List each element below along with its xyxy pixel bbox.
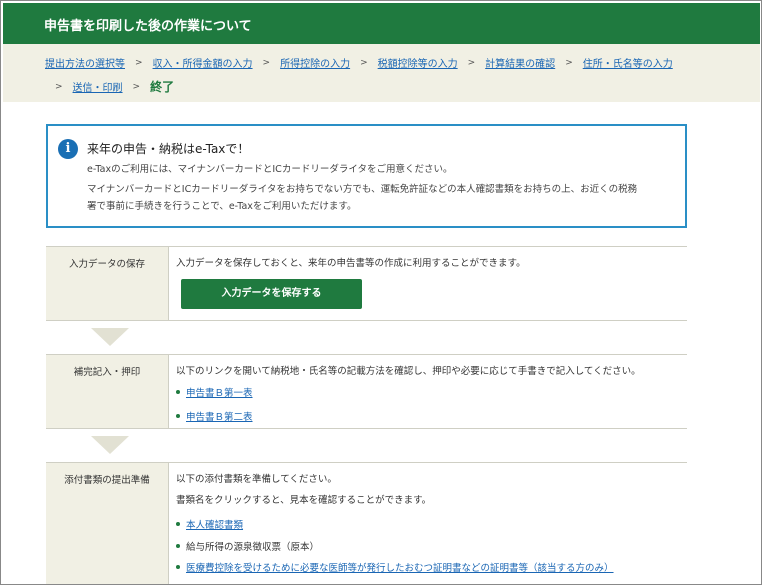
bullet-icon bbox=[176, 522, 180, 526]
form-b-sheet2-link[interactable]: 申告書Ｂ第二表 bbox=[186, 409, 253, 423]
chevron-right-icon: > bbox=[135, 57, 143, 68]
down-arrow-icon bbox=[91, 436, 129, 454]
step-attachments: 添付書類の提出準備 以下の添付書類を準備してください。 書類名をクリックすると、… bbox=[46, 462, 687, 584]
breadcrumb-link-income[interactable]: 収入・所得金額の入力 bbox=[153, 55, 253, 70]
chevron-right-icon: > bbox=[262, 57, 271, 68]
notice-text: マイナンバーカードとICカードリーダライタをお持ちでない方でも、運転免許証などの… bbox=[87, 184, 638, 195]
breadcrumb-row: 提出方法の選択等 > 収入・所得金額の入力 > 所得控除の入力 > 税額控除等の… bbox=[45, 55, 673, 71]
breadcrumb-link-result[interactable]: 計算結果の確認 bbox=[485, 55, 555, 70]
form-b-sheet1-link[interactable]: 申告書Ｂ第一表 bbox=[186, 385, 253, 399]
list-item: 申告書Ｂ第二表 bbox=[176, 409, 253, 423]
step-label: 添付書類の提出準備 bbox=[46, 463, 169, 584]
step-label: 入力データの保存 bbox=[46, 247, 169, 320]
notice-text: 署で事前に手続きを行うことで、e-Taxをご利用いただけます。 bbox=[87, 201, 357, 212]
bullet-icon bbox=[176, 390, 180, 394]
page-title: 申告書を印刷した後の作業について bbox=[3, 3, 760, 44]
breadcrumb-current: 終了 bbox=[150, 80, 175, 94]
save-input-data-button[interactable]: 入力データを保存する bbox=[181, 279, 362, 309]
down-arrow-icon bbox=[91, 328, 129, 346]
breadcrumb-row: > 送信・印刷 > 終了 bbox=[55, 78, 174, 95]
notice-text: e-Taxのご利用には、マイナンバーカードとICカードリーダライタをご用意くださ… bbox=[87, 164, 453, 175]
chevron-right-icon: > bbox=[467, 57, 476, 68]
list-item: 医療費控除を受けるために必要な医師等が発行したおむつ証明書などの証明書等（該当す… bbox=[176, 560, 614, 574]
step-body: 以下のリンクを開いて納税地・氏名等の記載方法を確認し、押印や必要に応じて手書きで… bbox=[176, 363, 681, 423]
etax-notice-box: i 来年の申告・納税はe-Taxで！ e-Taxのご利用には、マイナンバーカード… bbox=[46, 124, 687, 228]
bullet-icon bbox=[176, 565, 180, 569]
medical-certificate-link[interactable]: 医療費控除を受けるために必要な医師等が発行したおむつ証明書などの証明書等（該当す… bbox=[186, 560, 614, 574]
step-text: 以下のリンクを開いて納税地・氏名等の記載方法を確認し、押印や必要に応じて手書きで… bbox=[176, 366, 641, 377]
withholding-slip-text: 給与所得の源泉徴収票（原本） bbox=[186, 542, 320, 553]
list-item: 本人確認書類 bbox=[176, 517, 243, 531]
breadcrumb-link-send-print[interactable]: 送信・印刷 bbox=[73, 79, 123, 94]
info-icon: i bbox=[58, 139, 78, 159]
chevron-right-icon: > bbox=[55, 81, 63, 92]
breadcrumb-link-deduction[interactable]: 所得控除の入力 bbox=[280, 55, 350, 70]
step-text: 以下の添付書類を準備してください。 bbox=[176, 474, 337, 485]
step-fill-in: 補完記入・押印 以下のリンクを開いて納税地・氏名等の記載方法を確認し、押印や必要… bbox=[46, 354, 687, 429]
list-item: 給与所得の源泉徴収票（原本） bbox=[176, 539, 319, 553]
chevron-right-icon: > bbox=[132, 81, 141, 92]
breadcrumb: 提出方法の選択等 > 収入・所得金額の入力 > 所得控除の入力 > 税額控除等の… bbox=[3, 44, 760, 102]
bullet-icon bbox=[176, 544, 180, 548]
breadcrumb-link-address[interactable]: 住所・氏名等の入力 bbox=[583, 55, 673, 70]
list-item: 申告書Ｂ第一表 bbox=[176, 385, 253, 399]
step-text: 入力データを保存しておくと、来年の申告書等の作成に利用することができます。 bbox=[176, 258, 526, 269]
step-text: 書類名をクリックすると、見本を確認することができます。 bbox=[176, 495, 432, 506]
step-body: 入力データを保存しておくと、来年の申告書等の作成に利用することができます。 bbox=[176, 255, 681, 269]
chevron-right-icon: > bbox=[565, 57, 573, 68]
step-body: 以下の添付書類を準備してください。 書類名をクリックすると、見本を確認することが… bbox=[176, 471, 681, 574]
step-save-data: 入力データの保存 入力データを保存しておくと、来年の申告書等の作成に利用すること… bbox=[46, 246, 687, 321]
id-document-link[interactable]: 本人確認書類 bbox=[186, 517, 243, 531]
bullet-icon bbox=[176, 414, 180, 418]
window-frame: 申告書を印刷した後の作業について 提出方法の選択等 > 収入・所得金額の入力 >… bbox=[0, 0, 762, 585]
breadcrumb-link-submit-method[interactable]: 提出方法の選択等 bbox=[45, 55, 125, 70]
step-label: 補完記入・押印 bbox=[46, 355, 169, 428]
chevron-right-icon: > bbox=[360, 57, 368, 68]
breadcrumb-link-tax-credit[interactable]: 税額控除等の入力 bbox=[378, 55, 458, 70]
notice-title: 来年の申告・納税はe-Taxで！ bbox=[87, 142, 250, 156]
